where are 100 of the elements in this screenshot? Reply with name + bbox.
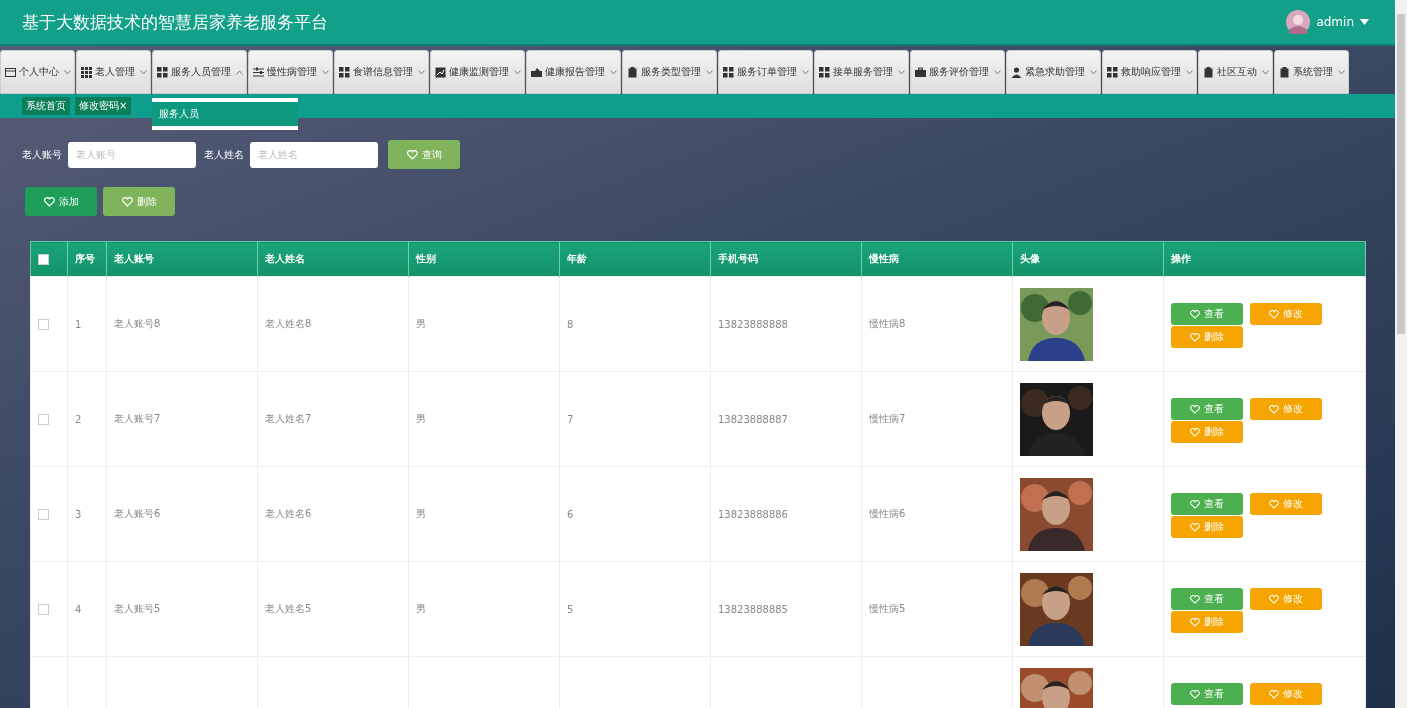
nav-menu-item[interactable]: 服务类型管理 <box>622 50 717 94</box>
column-header: 年龄 <box>567 253 587 264</box>
view-button[interactable]: 查看 <box>1171 398 1243 420</box>
chevron-icon <box>322 69 329 75</box>
nav-menu-item[interactable]: 服务订单管理 <box>718 50 813 94</box>
heart-icon <box>43 196 55 207</box>
delete-button[interactable]: 删除 <box>103 187 175 216</box>
table-cell: 13823888887 <box>718 413 788 425</box>
heart-icon <box>1190 427 1200 437</box>
heart-icon <box>406 149 418 160</box>
chevron-icon <box>706 69 713 75</box>
nav-menu-item[interactable]: 社区互动 <box>1198 50 1273 94</box>
chevron-icon <box>64 69 71 75</box>
table-cell: 老人姓名8 <box>265 318 312 329</box>
nav-menu-item[interactable]: 食谱信息管理 <box>334 50 429 94</box>
view-button[interactable]: 查看 <box>1171 303 1243 325</box>
sliders-icon <box>253 66 264 78</box>
add-button[interactable]: 添加 <box>25 187 97 216</box>
heart-icon <box>1190 617 1200 627</box>
nav-menu-item[interactable]: 老人管理 <box>76 50 151 94</box>
chevron-icon <box>514 69 521 75</box>
field-label: 老人姓名 <box>204 147 244 162</box>
table-cell: 慢性病7 <box>869 413 906 424</box>
chevron-icon <box>140 69 147 75</box>
nav-menu-item[interactable]: 紧急求助管理 <box>1006 50 1101 94</box>
row-checkbox[interactable] <box>38 603 49 615</box>
edit-button[interactable]: 修改 <box>1250 398 1322 420</box>
user-name[interactable]: admin <box>1316 15 1354 29</box>
query-button[interactable]: 查询 <box>388 140 460 169</box>
row-checkbox[interactable] <box>38 508 49 520</box>
avatar-icon[interactable] <box>1286 10 1311 34</box>
column-header: 老人账号 <box>114 253 154 264</box>
nav-menu-item[interactable]: 服务人员管理 <box>152 50 247 94</box>
heart-icon <box>1190 332 1200 342</box>
nav-menu-item[interactable]: 接单服务管理 <box>814 50 909 94</box>
row-checkbox[interactable] <box>38 413 49 425</box>
table-cell: 慢性病8 <box>869 318 906 329</box>
nav-menu-item[interactable]: 慢性病管理 <box>248 50 333 94</box>
heart-icon <box>1190 499 1200 509</box>
chevron-icon <box>898 69 905 75</box>
dropdown-item[interactable]: 服务人员 <box>152 102 298 126</box>
page-tab[interactable]: 修改密码× <box>75 97 132 115</box>
app-title: 基于大数据技术的智慧居家养老服务平台 <box>22 10 328 34</box>
user-icon <box>1011 66 1022 78</box>
field-label: 老人账号 <box>22 147 62 162</box>
table-cell: 6 <box>567 508 574 520</box>
wallet-icon <box>531 66 542 78</box>
table-cell: 4 <box>75 603 82 615</box>
table-cell: 2 <box>75 413 82 425</box>
column-header: 操作 <box>1171 253 1191 264</box>
page-tab[interactable]: 系统首页 <box>22 97 70 115</box>
row-checkbox[interactable] <box>38 318 49 330</box>
column-header: 头像 <box>1020 253 1040 264</box>
table-cell: 男 <box>416 508 426 519</box>
heart-icon <box>1190 594 1200 604</box>
table-cell: 3 <box>75 508 82 520</box>
chevron-icon <box>1262 69 1269 75</box>
nav-menu-item[interactable]: 个人中心 <box>0 50 75 94</box>
table-cell: 13823888886 <box>718 508 788 520</box>
card-icon <box>5 66 16 78</box>
edit-button[interactable]: 修改 <box>1250 493 1322 515</box>
nav-menu-item[interactable]: 系统管理 <box>1274 50 1349 94</box>
grid-icon <box>157 66 168 78</box>
nav-menu-item[interactable]: 服务评价管理 <box>910 50 1005 94</box>
delete-button[interactable]: 删除 <box>1171 421 1243 443</box>
heart-icon <box>1190 522 1200 532</box>
grid-icon <box>339 66 350 78</box>
table-cell: 慢性病5 <box>869 603 906 614</box>
chevron-icon <box>994 69 1001 75</box>
chevron-icon <box>610 69 617 75</box>
heart-icon <box>1190 404 1200 414</box>
table-cell: 男 <box>416 318 426 329</box>
table-cell: 男 <box>416 413 426 424</box>
delete-button[interactable]: 删除 <box>1171 326 1243 348</box>
table-cell: 1 <box>75 318 82 330</box>
view-button[interactable]: 查看 <box>1171 683 1243 705</box>
clipboard-icon <box>1203 66 1214 78</box>
search-field[interactable]: 老人账号 <box>68 141 196 168</box>
table-cell: 老人账号8 <box>114 318 161 329</box>
nav-menu-item[interactable]: 健康监测管理 <box>430 50 525 94</box>
chevron-icon <box>1338 69 1345 75</box>
view-button[interactable]: 查看 <box>1171 493 1243 515</box>
scrollbar[interactable] <box>1395 0 1407 708</box>
table-cell: 老人账号7 <box>114 413 161 424</box>
caret-icon[interactable] <box>1360 19 1369 25</box>
nav-menu-item[interactable]: 救助响应管理 <box>1102 50 1197 94</box>
delete-button[interactable]: 删除 <box>1171 516 1243 538</box>
table-cell: 老人姓名5 <box>265 603 312 614</box>
search-field[interactable]: 老人姓名 <box>250 141 378 168</box>
heart-icon <box>1269 594 1279 604</box>
edit-button[interactable]: 修改 <box>1250 683 1322 705</box>
heart-icon <box>1269 499 1279 509</box>
edit-button[interactable]: 修改 <box>1250 588 1322 610</box>
nav-menu-item[interactable]: 健康报告管理 <box>526 50 621 94</box>
select-all-checkbox[interactable] <box>38 253 49 265</box>
table-cell: 老人账号6 <box>114 508 161 519</box>
delete-button[interactable]: 删除 <box>1171 611 1243 633</box>
clipboard-icon <box>1279 66 1290 78</box>
edit-button[interactable]: 修改 <box>1250 303 1322 325</box>
view-button[interactable]: 查看 <box>1171 588 1243 610</box>
